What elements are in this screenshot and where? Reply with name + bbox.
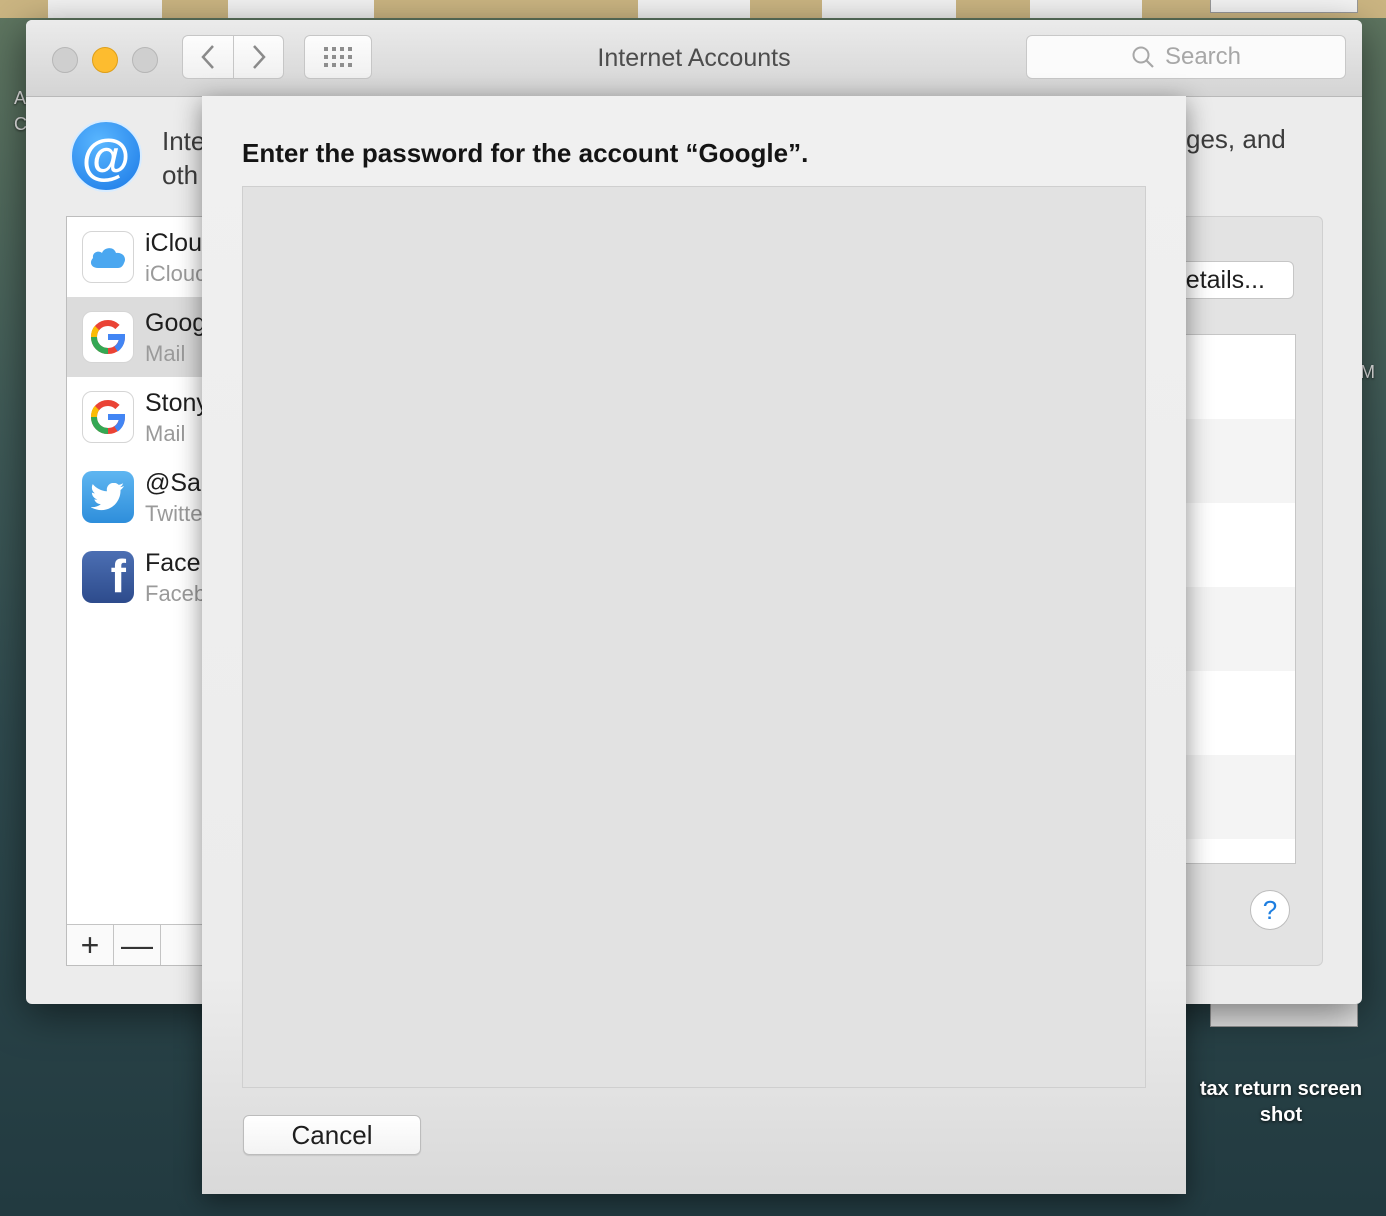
account-name: @Sai [145,469,207,497]
desktop-edge-text: A [14,88,27,108]
list-item[interactable] [1186,419,1295,503]
account-type: Twitte [145,501,203,526]
list-item[interactable] [1186,755,1295,839]
account-type: iClouc [145,261,207,286]
account-type: Faceb [145,581,207,606]
title-bar: Internet Accounts Search [26,20,1362,97]
details-button[interactable]: etails... [1186,261,1294,299]
add-account-button[interactable]: + [67,925,114,965]
internet-accounts-at-icon: @ [70,120,142,192]
remove-account-button[interactable]: — [114,925,161,965]
search-icon [1132,46,1154,68]
google-icon [82,391,134,443]
help-button[interactable]: ? [1250,890,1290,930]
desktop-file-thumbnail[interactable] [48,0,162,18]
account-apps-list [1186,334,1296,864]
description-text: Inte oth [162,126,206,190]
google-icon [82,311,134,363]
list-item[interactable] [1186,587,1295,671]
desktop-edge-text: M [1360,362,1375,382]
search-input[interactable]: Search [1026,35,1346,79]
list-action-spacer [161,925,208,965]
account-name: Face [145,549,201,577]
cancel-button[interactable]: Cancel [243,1115,421,1155]
desktop-file-thumbnail[interactable] [638,0,750,18]
list-item[interactable] [1186,335,1295,419]
password-sheet: Enter the password for the account “Goog… [202,96,1186,1194]
account-type: Mail [145,421,186,446]
desktop-file-thumbnail[interactable] [1030,0,1142,18]
account-type: Mail [145,341,186,366]
desktop-file-label[interactable]: tax return screen shot [1188,1076,1374,1128]
description-text-right: ges, and [1186,124,1286,154]
facebook-icon: f [82,550,134,603]
account-name: Goog [145,309,207,337]
desktop-document-icon[interactable] [1210,0,1358,13]
list-item[interactable] [1186,671,1295,755]
list-item[interactable] [1186,503,1295,587]
desktop-document-icon[interactable] [1210,1004,1358,1027]
sheet-title: Enter the password for the account “Goog… [242,138,809,168]
sign-in-content-area[interactable] [242,186,1146,1088]
desktop-file-thumbnail[interactable] [822,0,956,18]
search-placeholder: Search [1164,43,1242,70]
icloud-icon [82,231,134,283]
twitter-icon [82,471,134,523]
account-name: Stony [145,389,209,417]
list-item[interactable] [1186,839,1295,863]
account-name: iClou [145,229,202,257]
desktop-file-thumbnail[interactable] [228,0,374,18]
